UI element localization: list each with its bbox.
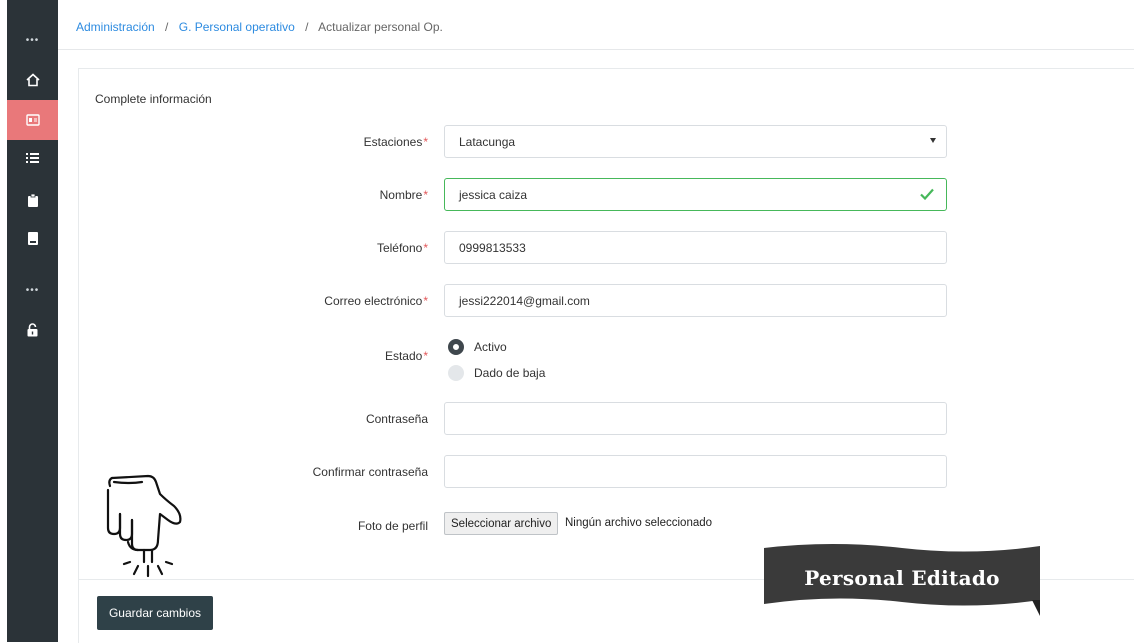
stations-selected-value: Latacunga — [459, 134, 516, 149]
form-title: Complete información — [95, 92, 212, 106]
status-label: Estado* — [384, 349, 428, 363]
phone-input[interactable]: 0999813533 — [444, 231, 947, 264]
photo-label: Foto de perfil — [357, 519, 428, 533]
pointing-hand-icon — [100, 470, 190, 582]
name-input[interactable]: jessica caiza — [444, 178, 947, 211]
breadcrumb-separator: / — [305, 20, 309, 34]
save-changes-button[interactable]: Guardar cambios — [97, 596, 213, 630]
name-label: Nombre* — [379, 188, 428, 202]
status-option-baja[interactable]: Dado de baja — [448, 365, 545, 381]
email-label: Correo electrónico* — [324, 294, 428, 308]
confirm-password-input[interactable] — [444, 455, 947, 488]
id-card-icon[interactable] — [7, 100, 58, 140]
sidebar: ••• ••• — [7, 0, 58, 642]
confirm-password-label: Confirmar contraseña — [312, 465, 428, 479]
file-status-text: Ningún archivo seleccionado — [565, 517, 713, 529]
breadcrumb-administracion[interactable]: Administración — [76, 20, 155, 34]
status-row: Estado* Activo Dado de baja — [79, 339, 1134, 389]
list-icon[interactable] — [7, 138, 58, 178]
checkmark-icon — [920, 188, 934, 203]
home-icon[interactable] — [7, 60, 58, 100]
phone-row: Teléfono* 0999813533 — [79, 231, 1134, 265]
top-bar: Administración / G. Personal operativo /… — [58, 0, 1134, 50]
confirm-password-row: Confirmar contraseña — [79, 455, 1134, 489]
more-dots-icon[interactable]: ••• — [7, 20, 58, 60]
dropdown-caret-icon — [930, 138, 936, 143]
password-label: Contraseña — [365, 412, 428, 426]
unlock-icon[interactable] — [7, 310, 58, 350]
status-option-activo[interactable]: Activo — [448, 339, 507, 355]
phone-label: Teléfono* — [376, 241, 428, 255]
password-input[interactable] — [444, 402, 947, 435]
radio-unselected-icon[interactable] — [448, 365, 464, 381]
more-dots-icon[interactable]: ••• — [7, 270, 58, 310]
name-value: jessica caiza — [459, 187, 528, 202]
breadcrumb-current: Actualizar personal Op. — [318, 20, 443, 34]
email-input[interactable]: jessi222014@gmail.com — [444, 284, 947, 317]
stations-row: Estaciones* Latacunga — [79, 125, 1134, 159]
status-banner: Personal Editado — [762, 540, 1042, 622]
breadcrumb-personal-operativo[interactable]: G. Personal operativo — [179, 20, 295, 34]
clipboard-icon[interactable] — [7, 180, 58, 220]
status-option-label: Dado de baja — [474, 366, 546, 380]
name-row: Nombre* jessica caiza — [79, 178, 1134, 212]
select-file-button[interactable]: Seleccionar archivo — [444, 512, 559, 535]
stations-select[interactable]: Latacunga — [444, 125, 947, 158]
status-option-label: Activo — [474, 340, 507, 354]
banner-text: Personal Editado — [804, 566, 1000, 590]
phone-value: 0999813533 — [459, 240, 526, 255]
email-row: Correo electrónico* jessi222014@gmail.co… — [79, 284, 1134, 318]
book-icon[interactable] — [7, 218, 58, 258]
breadcrumb: Administración / G. Personal operativo /… — [76, 20, 443, 34]
radio-selected-icon[interactable] — [448, 339, 464, 355]
email-value: jessi222014@gmail.com — [459, 293, 590, 308]
breadcrumb-separator: / — [165, 20, 169, 34]
password-row: Contraseña — [79, 402, 1134, 436]
stations-label: Estaciones* — [363, 135, 428, 149]
